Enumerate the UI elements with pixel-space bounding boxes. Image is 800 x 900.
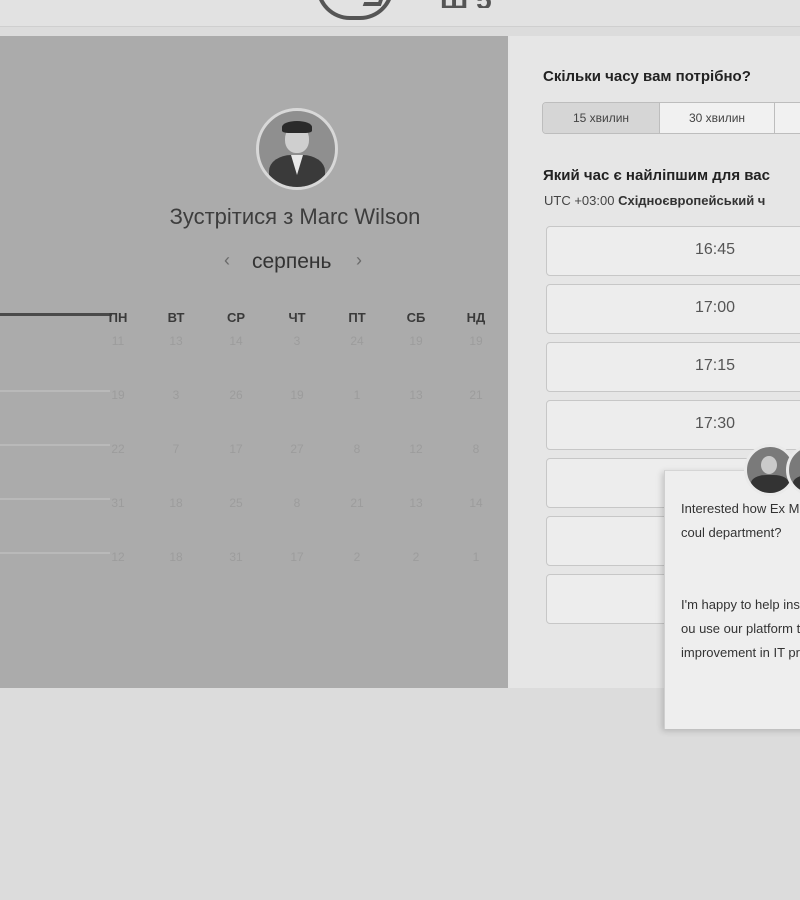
time-slot[interactable]: 16:45: [546, 226, 800, 276]
duration-more-button[interactable]: [775, 103, 800, 133]
week-divider: [0, 444, 110, 446]
calendar-day[interactable]: 12: [98, 550, 138, 564]
calendar-panel: Зустрітися з Marc Wilson ‹ серпень › ПН …: [0, 36, 508, 688]
calendar-day[interactable]: 17: [216, 442, 256, 456]
calendar-day[interactable]: 12: [396, 442, 436, 456]
timezone-name: Східноєвропейський ч: [618, 193, 766, 208]
weekday-wed: СР: [226, 310, 246, 325]
calendar-day[interactable]: 14: [456, 496, 496, 510]
calendar-day[interactable]: 13: [396, 496, 436, 510]
time-slot-label: 17:15: [694, 357, 736, 374]
weekday-tue: ВТ: [167, 310, 185, 325]
host-name: Marc Wilson: [299, 204, 421, 229]
logo-icon: [316, 0, 394, 20]
calendar-day[interactable]: 7: [156, 442, 196, 456]
meet-title: Зустрітися з Marc Wilson: [0, 204, 590, 230]
time-slot[interactable]: 17:15: [546, 342, 800, 392]
calendar-day[interactable]: 8: [277, 496, 317, 510]
calendar-day[interactable]: 3: [156, 388, 196, 402]
calendar-day[interactable]: 19: [456, 334, 496, 348]
chevron-right-icon[interactable]: ›: [356, 250, 362, 271]
calendar-day[interactable]: 21: [456, 388, 496, 402]
calendar-day[interactable]: 8: [337, 442, 377, 456]
time-slot[interactable]: 17:30: [546, 400, 800, 450]
calendar-divider: [0, 313, 112, 316]
time-slot-label: 17:00: [694, 299, 736, 316]
calendar-day[interactable]: 17: [277, 550, 317, 564]
meet-label: Зустрітися з: [169, 204, 294, 229]
calendar-day[interactable]: 27: [277, 442, 317, 456]
calendar-day[interactable]: 18: [156, 496, 196, 510]
weekday-sat: СБ: [406, 310, 426, 325]
chat-message-body: I'm happy to help insight into how ou us…: [681, 597, 800, 660]
chat-popup[interactable]: Interested how Ex Management coul depart…: [664, 470, 800, 729]
calendar-day[interactable]: 8: [456, 442, 496, 456]
calendar-day[interactable]: 31: [216, 550, 256, 564]
duration-title: Скільки часу вам потрібно?: [543, 68, 751, 85]
logo-text: Ш5: [440, 0, 500, 8]
time-title: Який час є найліпшим для вас: [543, 167, 770, 184]
weekday-mon: ПН: [108, 310, 128, 325]
calendar-day[interactable]: 1: [456, 550, 496, 564]
calendar-day[interactable]: 2: [337, 550, 377, 564]
duration-selector: 15 хвилин 30 хвилин: [542, 102, 800, 134]
month-label: серпень: [252, 250, 332, 273]
calendar-day[interactable]: 19: [277, 388, 317, 402]
duration-15-button[interactable]: 15 хвилин: [543, 103, 660, 133]
time-slot-label: 17:30: [694, 415, 736, 432]
weekday-thu: ЧТ: [288, 310, 306, 325]
calendar-day[interactable]: 19: [98, 388, 138, 402]
time-slot-label: 16:45: [694, 241, 736, 258]
calendar-day[interactable]: 3: [277, 334, 317, 348]
month-navigation: ‹ серпень ›: [222, 250, 372, 276]
calendar-day[interactable]: 26: [216, 388, 256, 402]
calendar-day[interactable]: 13: [396, 388, 436, 402]
chevron-left-icon[interactable]: ‹: [224, 250, 230, 271]
week-divider: [0, 498, 110, 500]
chat-message-intro: Interested how Ex Management coul depart…: [681, 501, 800, 540]
calendar-day[interactable]: 22: [98, 442, 138, 456]
calendar-day[interactable]: 14: [216, 334, 256, 348]
calendar-day[interactable]: 2: [396, 550, 436, 564]
calendar-day[interactable]: 19: [396, 334, 436, 348]
time-slot[interactable]: 17:00: [546, 284, 800, 334]
week-divider: [0, 552, 110, 554]
top-header: Ш5: [0, 0, 800, 27]
timezone-offset: UTC +03:00: [544, 193, 615, 208]
calendar-day[interactable]: 24: [337, 334, 377, 348]
calendar-day[interactable]: 1: [337, 388, 377, 402]
calendar-day[interactable]: 25: [216, 496, 256, 510]
weekday-sun: НД: [466, 310, 486, 325]
calendar-day[interactable]: 18: [156, 550, 196, 564]
calendar-day[interactable]: 21: [337, 496, 377, 510]
calendar-day[interactable]: 31: [98, 496, 138, 510]
duration-30-button[interactable]: 30 хвилин: [660, 103, 775, 133]
calendar-day[interactable]: 11: [98, 334, 138, 348]
week-divider: [0, 390, 110, 392]
timezone-label: UTC +03:00 Східноєвропейський ч: [544, 193, 765, 208]
calendar-day[interactable]: 13: [156, 334, 196, 348]
weekday-fri: ПТ: [348, 310, 366, 325]
host-avatar: [256, 108, 338, 190]
